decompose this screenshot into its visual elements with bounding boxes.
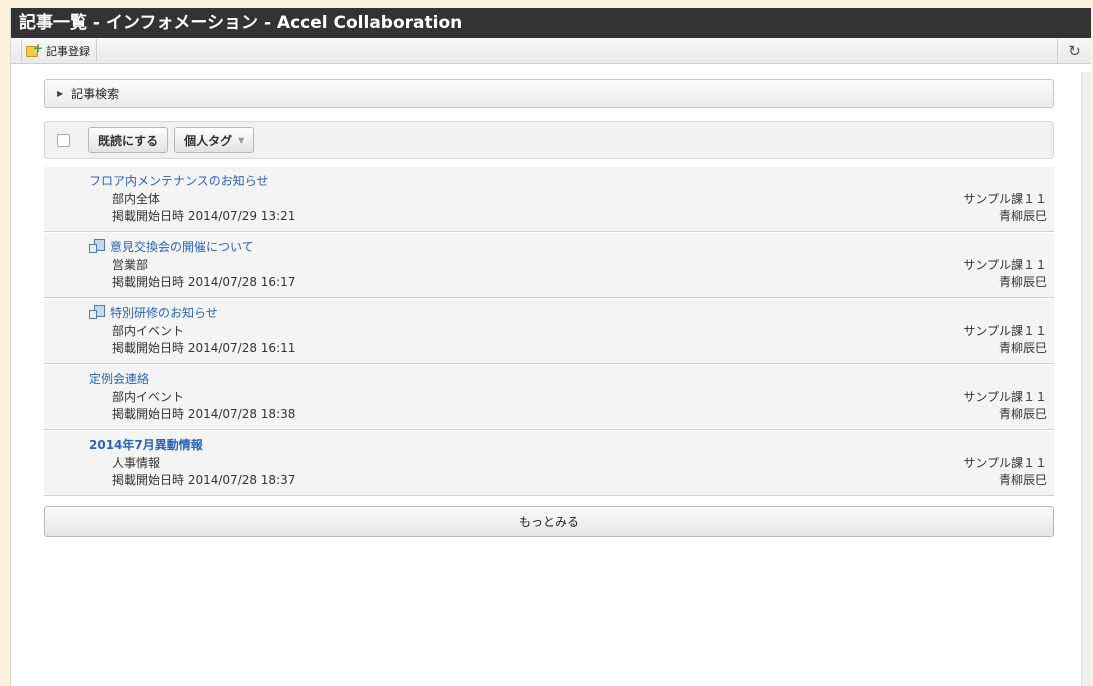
- personal-tag-label: 個人タグ: [184, 133, 233, 148]
- article-search-toggle[interactable]: ▶ 記事検索: [44, 79, 1054, 108]
- bulk-action-bar: 既読にする 個人タグ ▼: [44, 121, 1054, 159]
- article-date: 掲載開始日時 2014/07/29 13:21: [112, 209, 296, 223]
- reload-icon: ↻: [1068, 42, 1081, 60]
- article-group: サンプル課１１: [963, 456, 1047, 470]
- article-title-link[interactable]: 意見交換会の開催について: [89, 238, 254, 255]
- article-date: 掲載開始日時 2014/07/28 16:11: [112, 341, 296, 355]
- article-category: 部内全体: [112, 192, 161, 206]
- article-title: フロア内メンテナンスのお知らせ: [89, 174, 269, 188]
- list-item: 定例会連絡 部内イベント 掲載開始日時 2014/07/28 18:38 サンプ…: [44, 364, 1054, 430]
- expand-triangle-icon: ▶: [57, 89, 64, 98]
- article-search-label: 記事検索: [71, 87, 120, 101]
- article-category: 部内イベント: [112, 324, 185, 338]
- article-date: 掲載開始日時 2014/07/28 18:38: [112, 407, 296, 421]
- mark-read-label: 既読にする: [98, 133, 159, 148]
- article-author: 青柳辰巳: [998, 209, 1047, 223]
- article-category: 部内イベント: [112, 390, 185, 404]
- article-group: サンプル課１１: [963, 258, 1047, 272]
- article-date: 掲載開始日時 2014/07/28 18:37: [112, 473, 296, 487]
- article-title-link[interactable]: 特別研修のお知らせ: [89, 304, 218, 321]
- list-item: 2014年7月異動情報 人事情報 掲載開始日時 2014/07/28 18:37…: [44, 430, 1054, 496]
- article-group: サンプル課１１: [963, 192, 1047, 206]
- vertical-scrollbar[interactable]: [1081, 72, 1091, 686]
- article-category: 人事情報: [112, 456, 161, 470]
- attachment-icon: [89, 239, 106, 254]
- add-article-button[interactable]: + 記事登録: [21, 39, 97, 62]
- show-more-button[interactable]: もっとみる: [44, 506, 1054, 537]
- main-content: ▶ 記事検索 既読にする 個人タグ ▼ フロア内メンテナンスのお知らせ 部内全体…: [44, 79, 1054, 537]
- article-title: 特別研修のお知らせ: [110, 306, 218, 320]
- reload-button[interactable]: ↻: [1057, 38, 1091, 64]
- toolbar: + 記事登録 ↻: [11, 38, 1091, 64]
- add-article-icon: +: [26, 42, 43, 58]
- article-author: 青柳辰巳: [998, 407, 1047, 421]
- article-group: サンプル課１１: [963, 324, 1047, 338]
- attachment-icon: [89, 305, 106, 320]
- select-all-checkbox[interactable]: [57, 133, 70, 147]
- article-list: フロア内メンテナンスのお知らせ 部内全体 掲載開始日時 2014/07/29 1…: [44, 166, 1054, 496]
- article-group: サンプル課１１: [963, 390, 1047, 404]
- show-more-label: もっとみる: [518, 515, 579, 529]
- article-date: 掲載開始日時 2014/07/28 16:17: [112, 275, 296, 289]
- chevron-down-icon: ▼: [238, 135, 245, 145]
- list-item: 意見交換会の開催について 営業部 掲載開始日時 2014/07/28 16:17…: [44, 232, 1054, 298]
- app-window: 記事一覧 - インフォメーション - Accel Collaboration +…: [10, 8, 1091, 686]
- list-item: フロア内メンテナンスのお知らせ 部内全体 掲載開始日時 2014/07/29 1…: [44, 166, 1054, 232]
- article-author: 青柳辰巳: [998, 275, 1047, 289]
- article-author: 青柳辰巳: [998, 341, 1047, 355]
- personal-tag-dropdown[interactable]: 個人タグ ▼: [174, 127, 255, 153]
- article-author: 青柳辰巳: [998, 473, 1047, 487]
- article-title: 定例会連絡: [89, 372, 150, 386]
- article-title-link[interactable]: フロア内メンテナンスのお知らせ: [89, 172, 269, 189]
- mark-read-button[interactable]: 既読にする: [88, 127, 169, 153]
- add-article-label: 記事登録: [46, 44, 90, 58]
- list-item: 特別研修のお知らせ 部内イベント 掲載開始日時 2014/07/28 16:11…: [44, 298, 1054, 364]
- window-title: 記事一覧 - インフォメーション - Accel Collaboration: [11, 8, 1091, 38]
- article-title-link[interactable]: 2014年7月異動情報: [89, 436, 203, 453]
- article-title-link[interactable]: 定例会連絡: [89, 370, 149, 387]
- article-title: 意見交換会の開催について: [110, 240, 254, 254]
- article-title: 2014年7月異動情報: [89, 438, 203, 452]
- article-category: 営業部: [112, 258, 149, 272]
